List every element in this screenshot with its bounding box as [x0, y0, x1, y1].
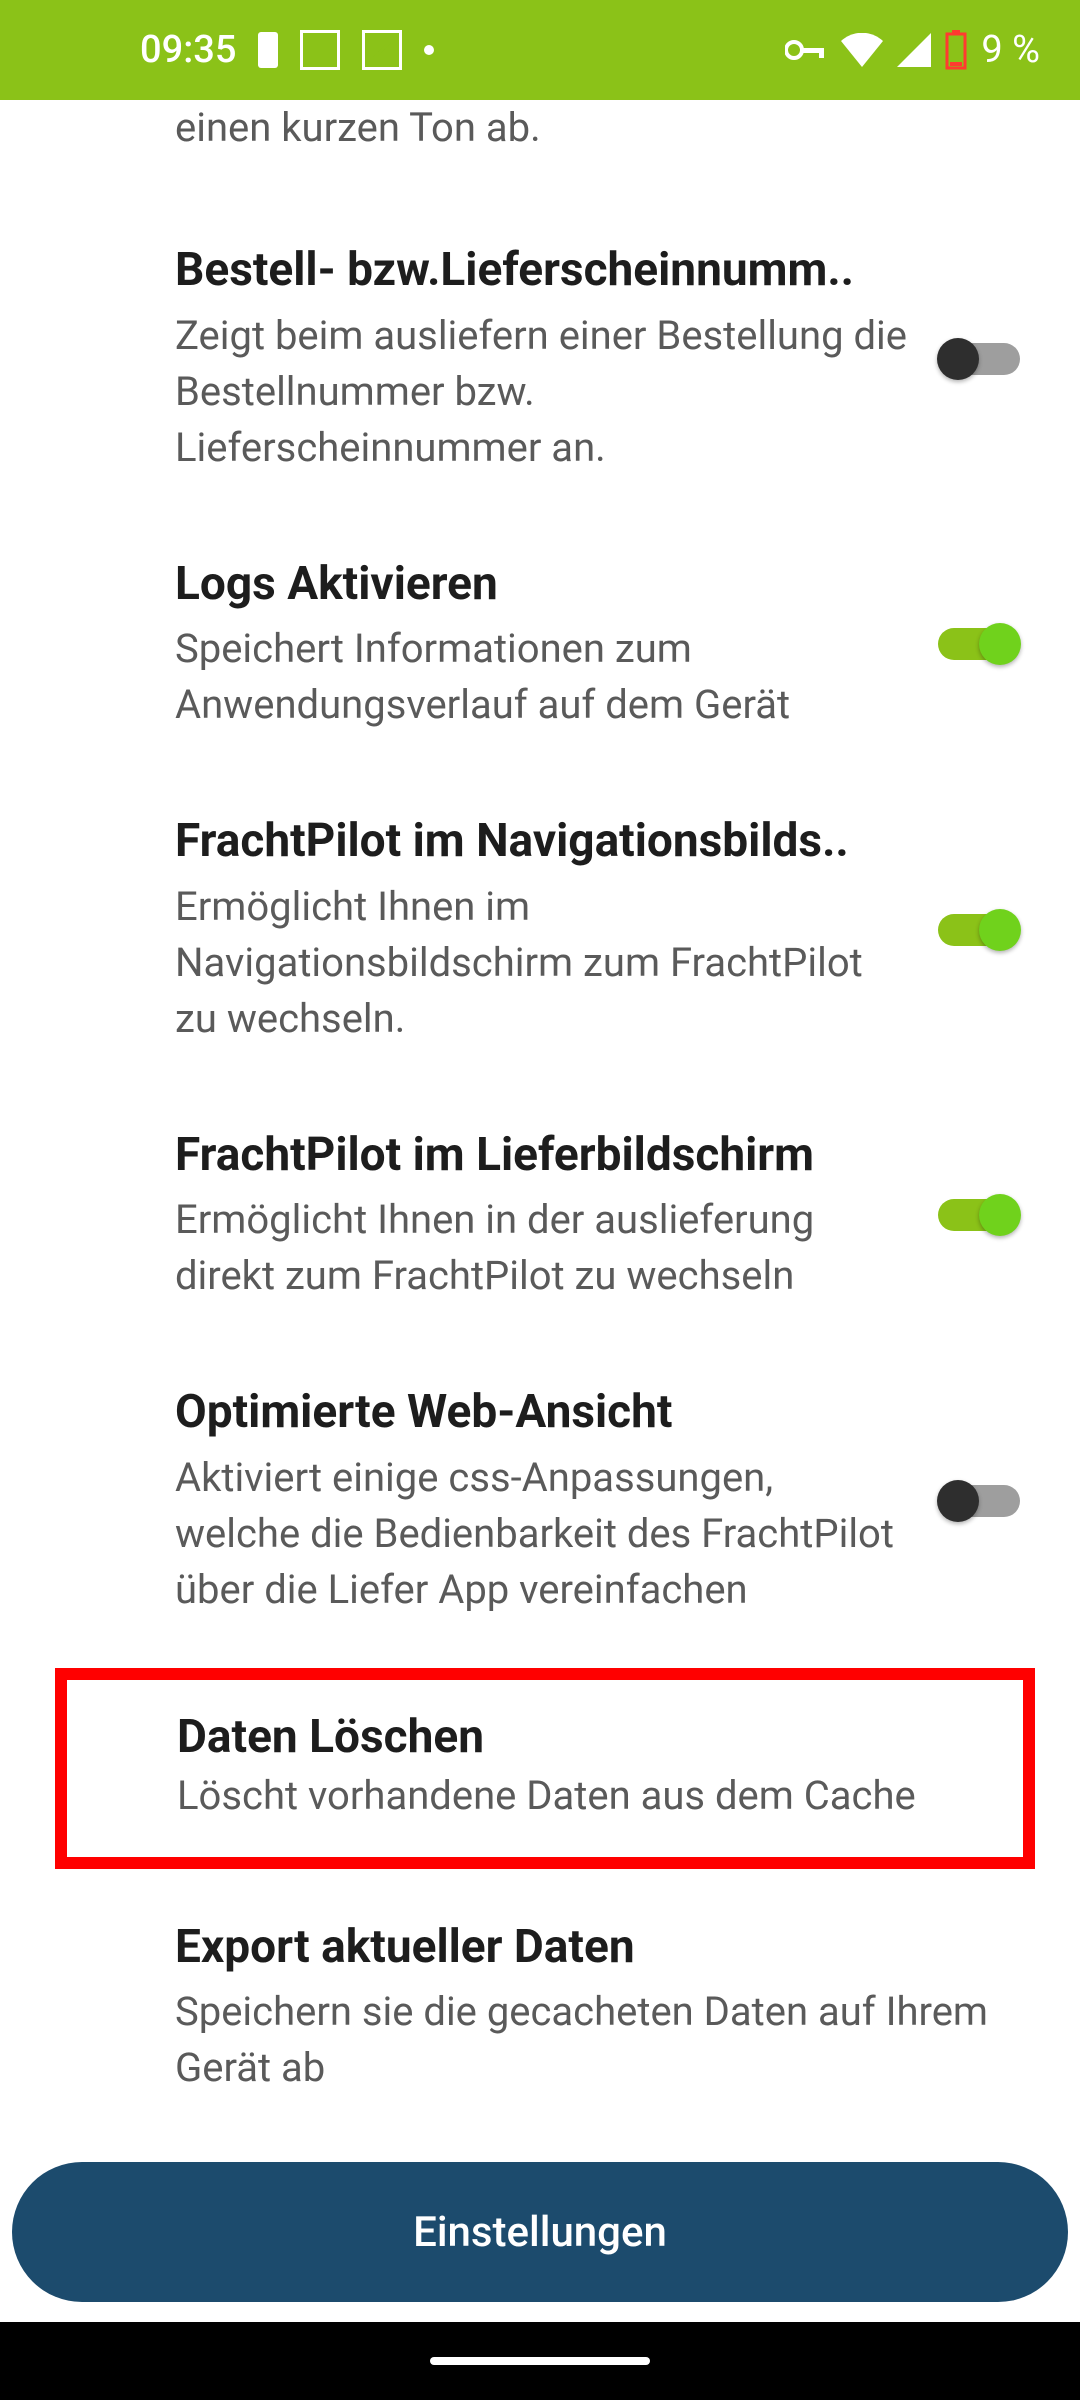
toggle-order-number[interactable] — [938, 343, 1020, 375]
setting-desc: Ermöglicht Ihnen in der auslieferung dir… — [175, 1192, 908, 1304]
setting-nav-screen[interactable]: FrachtPilot im Navigationsbilds Ermöglic… — [0, 773, 1080, 1087]
settings-button[interactable]: Einstellungen — [12, 2162, 1068, 2302]
dot-icon — [424, 45, 434, 55]
toggle-thumb — [979, 1194, 1021, 1236]
setting-order-number[interactable]: Bestell- bzw.Lieferscheinnumm Zeigt beim… — [0, 202, 1080, 516]
battery-full-icon — [258, 32, 278, 68]
setting-export-data[interactable]: Export aktueller Daten Speichern sie die… — [0, 1869, 1080, 2137]
toggle-web-view[interactable] — [938, 1485, 1020, 1517]
bottom-button-container: Einstellungen — [0, 2147, 1080, 2322]
settings-content: einen kurzen Ton ab. Bestell- bzw.Liefer… — [0, 100, 1080, 2142]
setting-text: Logs Aktivieren Speichert Informationen … — [175, 556, 908, 734]
toggle-nav-screen[interactable] — [938, 914, 1020, 946]
setting-desc: Aktiviert einige css-Anpassungen, welche… — [175, 1450, 908, 1618]
setting-text: FrachtPilot im Lieferbildschirm Ermöglic… — [175, 1127, 908, 1305]
setting-title: Daten Löschen — [177, 1710, 923, 1764]
signal-icon — [897, 33, 931, 67]
status-right: 9 % — [785, 28, 1040, 72]
wifi-icon — [841, 33, 883, 67]
setting-desc: Zeigt beim ausliefern einer Bestellung d… — [175, 308, 908, 476]
setting-text: Export aktueller Daten Speichern sie die… — [175, 1919, 1020, 2097]
status-left: 09:35 — [140, 28, 434, 72]
setting-web-view[interactable]: Optimierte Web-Ansicht Aktiviert einige … — [0, 1344, 1080, 1658]
vpn-key-icon — [785, 38, 827, 62]
status-time: 09:35 — [140, 28, 236, 72]
battery-percent: 9 % — [981, 28, 1040, 72]
toggle-thumb — [979, 909, 1021, 951]
setting-title: Export aktueller Daten — [175, 1919, 1020, 1977]
setting-desc: Löscht vorhandene Daten aus dem Cache — [177, 1772, 923, 1819]
app-icon-2 — [362, 30, 402, 70]
setting-logs[interactable]: Logs Aktivieren Speichert Informationen … — [0, 516, 1080, 774]
setting-desc: Speichert Informationen zum Anwendungsve… — [175, 621, 908, 733]
setting-title: Optimierte Web-Ansicht — [175, 1384, 908, 1442]
setting-title: FrachtPilot im Lieferbildschirm — [175, 1127, 908, 1185]
partial-setting-desc: einen kurzen Ton ab. — [0, 100, 1080, 202]
setting-text: Optimierte Web-Ansicht Aktiviert einige … — [175, 1384, 908, 1618]
toggle-deliver-screen[interactable] — [938, 1199, 1020, 1231]
nav-bar — [0, 2322, 1080, 2400]
setting-desc: Speichern sie die gecacheten Daten auf I… — [175, 1984, 1020, 2096]
toggle-logs[interactable] — [938, 628, 1020, 660]
app-icon-1 — [300, 30, 340, 70]
highlight-box: Daten Löschen Löscht vorhandene Daten au… — [55, 1668, 1035, 1869]
battery-low-icon — [945, 30, 967, 70]
toggle-thumb — [979, 623, 1021, 665]
setting-title: Logs Aktivieren — [175, 556, 908, 614]
toggle-thumb — [937, 338, 979, 380]
setting-deliver-screen[interactable]: FrachtPilot im Lieferbildschirm Ermöglic… — [0, 1087, 1080, 1345]
setting-title: Bestell- bzw.Lieferscheinnumm — [175, 242, 908, 300]
toggle-thumb — [937, 1480, 979, 1522]
setting-clear-data[interactable]: Daten Löschen Löscht vorhandene Daten au… — [177, 1710, 923, 1819]
setting-desc: Ermöglicht Ihnen im Navigationsbildschir… — [175, 879, 908, 1047]
setting-text: Bestell- bzw.Lieferscheinnumm Zeigt beim… — [175, 242, 908, 476]
status-bar: 09:35 9 % — [0, 0, 1080, 100]
nav-handle[interactable] — [430, 2357, 650, 2365]
setting-title: FrachtPilot im Navigationsbilds — [175, 813, 908, 871]
setting-text: FrachtPilot im Navigationsbilds Ermöglic… — [175, 813, 908, 1047]
